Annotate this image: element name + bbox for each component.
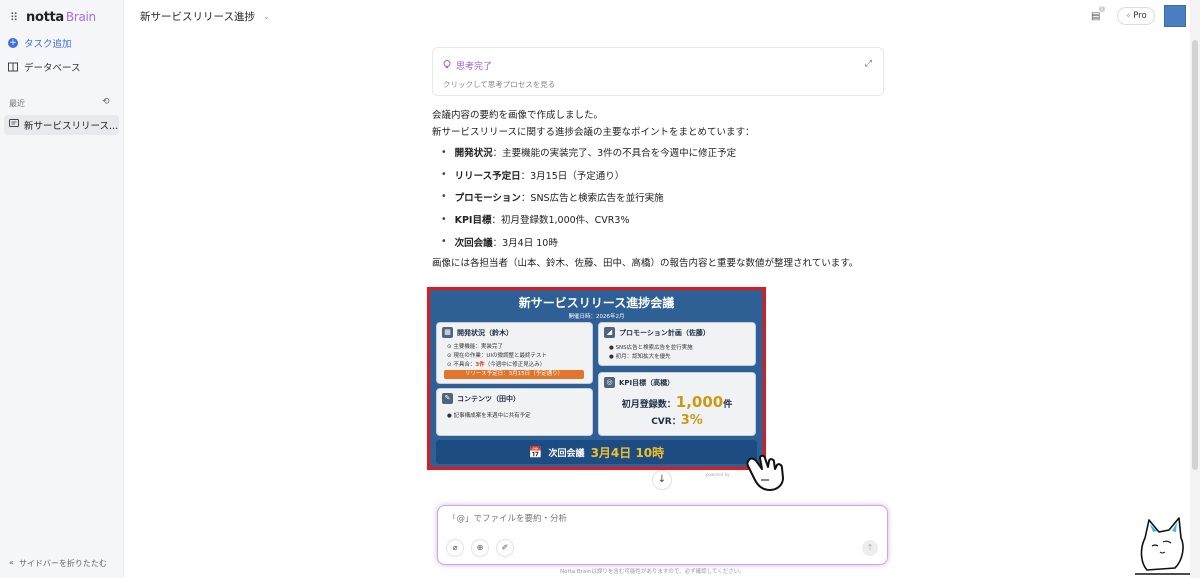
database-button[interactable]: データベース	[8, 57, 81, 77]
target-icon: ◎	[604, 377, 615, 388]
promo-line: ● SNS広告と検索広告を並行実施	[609, 345, 693, 351]
history-icon[interactable]: ⟲	[102, 97, 110, 107]
arrow-up-icon: ↑	[866, 543, 874, 552]
bullet-item: プロモーション：SNS広告と検索広告を並行実施	[441, 186, 881, 208]
content-box: ✎ コンテンツ（田中） ● 記事構成案を来週中に共有予定	[436, 388, 593, 436]
apps-grid-icon[interactable]: ⠿	[10, 11, 20, 24]
calendar-icon: ▦	[442, 327, 453, 338]
promo-heading: プロモーション計画（佐藤）	[619, 329, 710, 337]
release-date-banner: リリース予定日：3月15日（予定通り）	[444, 370, 584, 379]
dev-line: ⊙ 現在の作業：UIの微調整と最終テスト	[447, 353, 548, 359]
pen-button[interactable]: ✐	[496, 539, 514, 557]
pen-icon: ✐	[501, 543, 509, 552]
message-line-1: 会議内容の要約を画像で作成しました。	[432, 110, 604, 121]
globe-icon: ⊕	[476, 543, 484, 552]
thinking-title: 思考完了	[456, 62, 493, 72]
calendar-icon: 📅	[528, 445, 543, 459]
message-intro: 会議内容の要約を画像で作成しました。 新サービスリリースに関する進捗会議の主要な…	[432, 107, 892, 141]
thinking-card[interactable]: 思考完了 クリックして思考プロセスを見る ⤢	[432, 47, 884, 96]
megaphone-icon: ◢	[604, 327, 615, 338]
recent-label: 最近	[9, 99, 25, 108]
lightbulb-icon	[443, 59, 451, 72]
cat-mascot-icon	[1135, 517, 1190, 575]
logo-row: ⠿ notta Brain	[10, 9, 96, 25]
double-chevron-left-icon: «	[9, 558, 14, 567]
send-button[interactable]: ↑	[862, 540, 878, 556]
message-line-2: 新サービスリリースに関する進捗会議の主要なポイントをまとめています：	[432, 127, 755, 138]
bullet-item: KPI目標：初月登録数1,000件、CVR3%	[441, 208, 881, 230]
summary-bullets: 開発状況：主要機能の実装完了、3件の不具合を今週中に修正予定 リリース予定日：3…	[441, 141, 881, 253]
attach-button[interactable]: ⌀	[446, 539, 464, 557]
notification-badge: 1	[1099, 6, 1105, 12]
chevron-down-icon: ⌄	[262, 12, 270, 21]
promo-line: ● 初月：認知拡大を優先	[609, 354, 671, 360]
infographic-title: 新サービスリリース進捗会議	[518, 296, 675, 310]
topbar: 新サービスリリース進捗 ⌄ ▤ 1 ✧ Pro	[124, 0, 1200, 32]
pro-label: Pro	[1133, 11, 1147, 21]
database-label: データベース	[24, 63, 81, 74]
next-meeting-label: 次回会議	[548, 448, 585, 459]
content-line: ● 記事構成案を来週中に共有予定	[447, 413, 531, 419]
next-meeting-banner: 📅 次回会議 3月4日 10時	[436, 440, 757, 464]
thinking-subtitle: クリックして思考プロセスを見る	[443, 80, 556, 89]
chat-input[interactable]	[448, 514, 868, 524]
expand-icon[interactable]: ⤢	[865, 59, 872, 69]
pencil-icon: ✎	[442, 393, 453, 404]
dev-heading: 開発状況（鈴木）	[457, 329, 513, 337]
collapse-label: サイドバーを折りたたむ	[18, 559, 107, 568]
kpi-registrations: 初月登録数：1,000件	[621, 393, 733, 411]
logo: notta Brain	[26, 9, 96, 25]
dev-status-box: ▦ 開発状況（鈴木） ⊙ 主要機能：実装完了 ⊙ 現在の作業：UIの微調整と最終…	[436, 322, 593, 384]
hand-pointer-icon	[746, 454, 784, 491]
recent-item-label: 新サービスリリース...	[24, 121, 119, 132]
promo-box: ◢ プロモーション計画（佐藤） ● SNS広告と検索広告を並行実施 ● 初月：認…	[598, 322, 756, 366]
avatar[interactable]	[1164, 5, 1186, 27]
add-task-label: タスク追加	[24, 39, 72, 50]
content-heading: コンテンツ（田中）	[457, 395, 520, 403]
kpi-cvr: CVR：3%	[651, 413, 703, 428]
dev-line: ⊙ 主要機能：実装完了	[447, 344, 503, 350]
powered-by-text: powered by	[706, 472, 730, 477]
paperclip-icon: ⌀	[452, 543, 458, 552]
infographic-date: 開催日時：2026年2月	[568, 314, 625, 320]
bullet-item: 次回会議：3月4日 10時	[441, 231, 881, 253]
disclaimer: Notta Brainは誤りを含む可能性がありますので、必ず確認してください。	[560, 569, 745, 575]
scrollbar-thumb[interactable]	[1192, 40, 1198, 470]
dev-line: ⊙ 不具合：3件（今週中に修正見込み）	[447, 362, 546, 368]
summary-infographic[interactable]: 新サービスリリース進捗会議 開催日時：2026年2月 ▦ 開発状況（鈴木） ⊙ …	[427, 287, 766, 470]
bullet-item: リリース予定日：3月15日（予定通り）	[441, 163, 881, 185]
document-icon[interactable]: ▤	[1091, 11, 1100, 22]
kpi-box: ◎ KPI目標（高橋） 初月登録数：1,000件 CVR：3%	[598, 372, 756, 436]
sidebar: ⠿ notta Brain + タスク追加 データベース 最近 ⟲ 新サービスリリ…	[0, 0, 124, 578]
pro-button[interactable]: ✧ Pro	[1117, 7, 1155, 25]
web-search-button[interactable]: ⊕	[471, 539, 489, 557]
recent-item[interactable]: 新サービスリリース...	[4, 115, 119, 135]
chat-input-box[interactable]: ⌀ ⊕ ✐ ↑	[437, 505, 888, 565]
chat-icon	[9, 119, 19, 131]
sparkle-icon: ✧	[1125, 12, 1132, 20]
plus-icon: +	[8, 38, 18, 48]
book-icon	[8, 62, 18, 72]
chat-title: 新サービスリリース進捗	[140, 11, 255, 23]
collapse-sidebar-button[interactable]: « サイドバーを折りたたむ	[9, 558, 107, 569]
thinking-title-row: 思考完了	[443, 59, 492, 72]
message-tail: 画像には各担当者（山本、鈴木、佐藤、田中、高橋）の報告内容と重要な数値が整理され…	[432, 258, 859, 269]
kpi-heading: KPI目標（高橋）	[619, 379, 675, 387]
add-task-button[interactable]: + タスク追加	[8, 33, 72, 53]
next-meeting-value: 3月4日 10時	[590, 445, 665, 460]
chat-title-dropdown[interactable]: 新サービスリリース進捗 ⌄	[140, 9, 270, 24]
scroll-down-button[interactable]: ↓	[652, 470, 672, 490]
bullet-item: 開発状況：主要機能の実装完了、3件の不具合を今週中に修正予定	[441, 141, 881, 163]
